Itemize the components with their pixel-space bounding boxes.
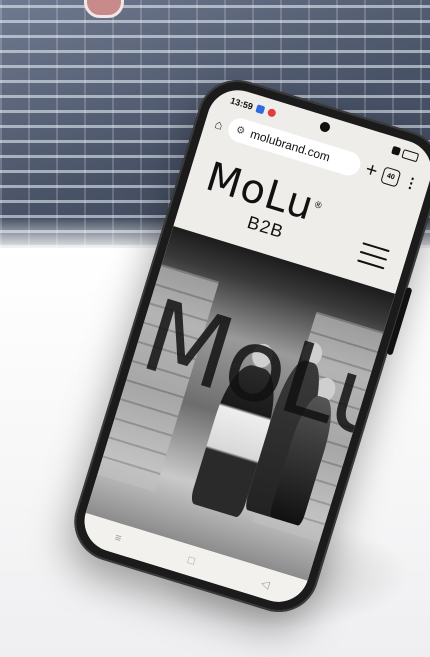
tune-icon[interactable]: ⚙ xyxy=(235,124,247,137)
home-icon[interactable]: ⌂ xyxy=(213,116,225,133)
hamburger-menu-icon[interactable] xyxy=(357,242,390,270)
status-time: 13:59 xyxy=(229,95,255,112)
logo-registered-mark: ® xyxy=(312,199,325,213)
notification-icon xyxy=(266,107,277,118)
signal-icon xyxy=(391,145,402,156)
battery-icon xyxy=(401,148,420,162)
tab-switcher-button[interactable]: 40 xyxy=(380,165,402,188)
home-button-icon[interactable]: □ xyxy=(186,554,196,567)
notification-icon xyxy=(255,104,266,115)
new-tab-button[interactable]: + xyxy=(363,158,381,182)
back-icon[interactable]: ◁ xyxy=(260,576,272,591)
recent-apps-icon[interactable]: ≡ xyxy=(113,532,123,545)
shoe xyxy=(84,0,124,18)
browser-menu-button[interactable]: ⋮ xyxy=(402,173,421,193)
